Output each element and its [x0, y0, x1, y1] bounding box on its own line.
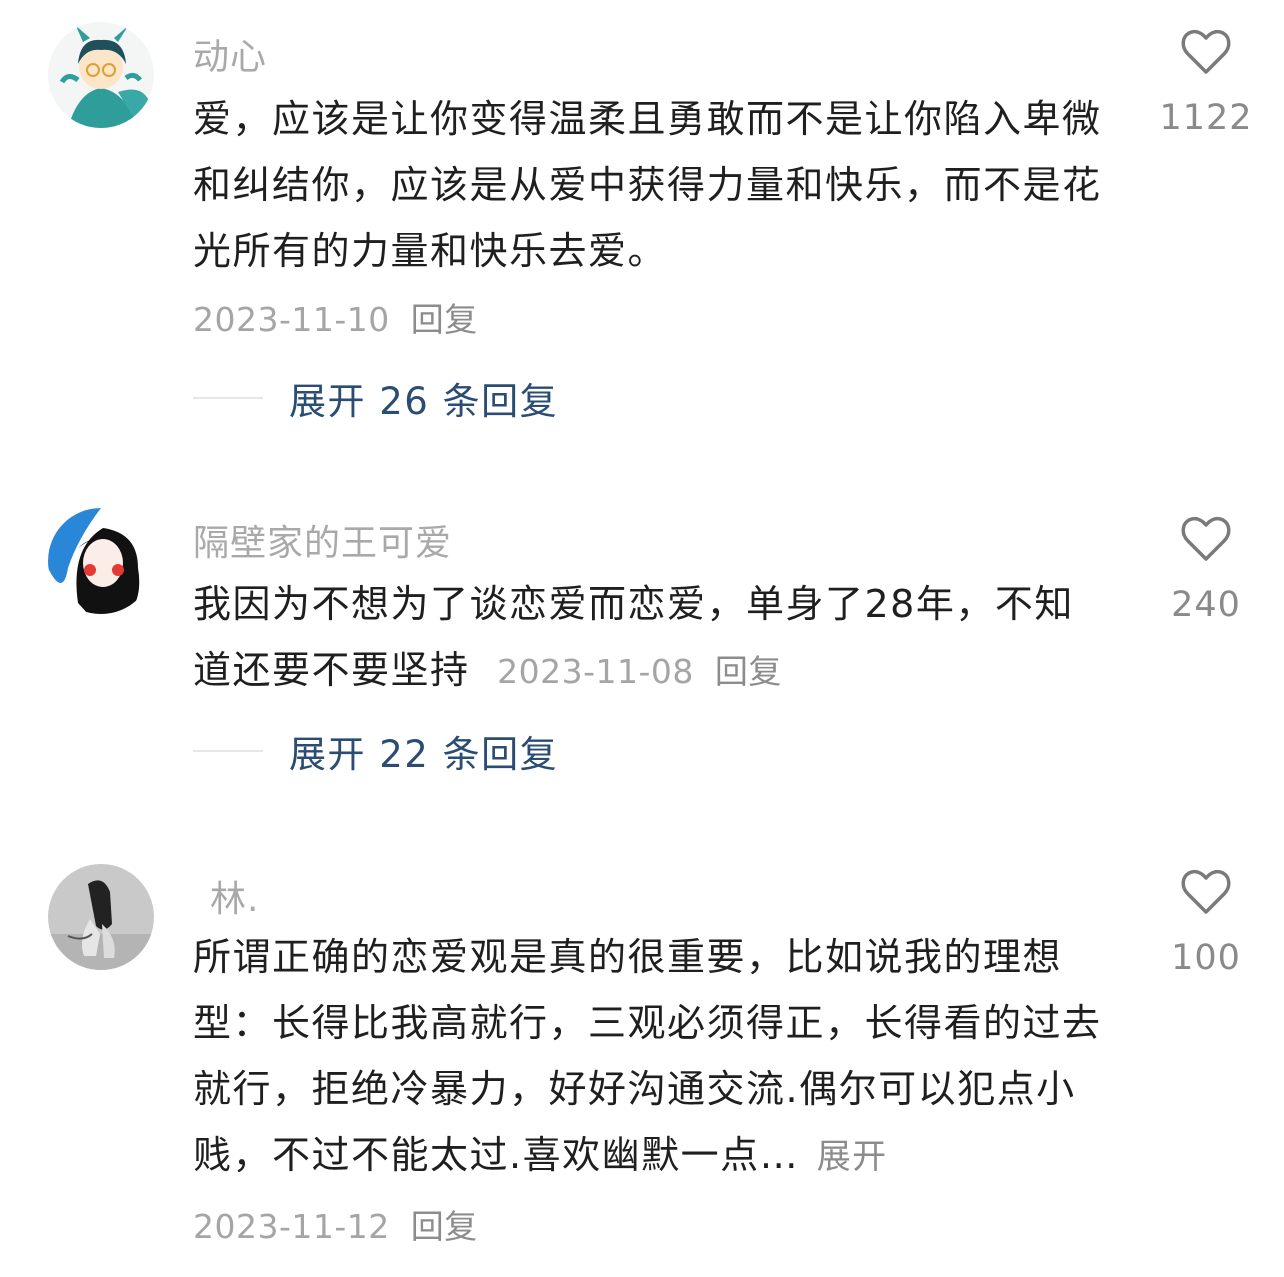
comment-date: 2023-11-08 [497, 652, 694, 691]
avatar[interactable] [48, 22, 154, 128]
drawn-girl-avatar-icon [48, 508, 154, 614]
show-more-button[interactable]: 展开 [817, 1137, 888, 1177]
expand-replies-label: 展开 26 条回复 [289, 380, 559, 423]
expand-replies-button[interactable]: 展开 22 条回复 [193, 726, 558, 776]
reply-button[interactable]: 回复 [715, 652, 782, 691]
comment-meta: 2023-11-10 回复 [193, 293, 478, 341]
heart-icon [1181, 869, 1231, 914]
like-count: 100 [1171, 938, 1241, 978]
like-count: 240 [1171, 585, 1241, 625]
reply-button[interactable]: 回复 [411, 300, 478, 339]
username[interactable]: 隔壁家的王可爱 [193, 514, 452, 566]
comment-text: 爱，应该是让你变得温柔且勇敢而不是让你陷入卑微和纠结你，应该是从爱中获得力量和快… [193, 97, 1102, 273]
comment-date: 2023-11-12 [193, 1207, 390, 1246]
avatar[interactable] [48, 864, 154, 970]
like-button[interactable]: 100 [1150, 868, 1262, 978]
username[interactable]: 动心 [193, 28, 267, 80]
heart-icon [1181, 516, 1231, 561]
comment-text: 所谓正确的恋爱观是真的很重要，比如说我的理想型：长得比我高就行，三观必须得正，长… [193, 924, 1113, 1190]
username[interactable]: 林. [210, 870, 259, 922]
avatar[interactable] [48, 508, 154, 614]
comment-date: 2023-11-10 [193, 300, 390, 339]
heart-icon [1181, 29, 1231, 74]
comment-text: 我因为不想为了谈恋爱而恋爱，单身了28年，不知道还要不要坚持 2023-11-0… [193, 571, 1113, 705]
comment-meta: 2023-11-12 回复 [193, 1200, 478, 1248]
divider [193, 397, 263, 399]
cartoon-dragon-avatar-icon [48, 22, 154, 128]
reply-button[interactable]: 回复 [411, 1207, 478, 1246]
expand-replies-button[interactable]: 展开 26 条回复 [193, 373, 558, 423]
photo-avatar-icon [48, 864, 154, 970]
like-button[interactable]: 240 [1150, 515, 1262, 625]
divider [193, 750, 263, 752]
expand-replies-label: 展开 22 条回复 [289, 733, 559, 776]
comment-meta: 2023-11-08 回复 [497, 652, 782, 691]
like-count: 1122 [1159, 98, 1253, 138]
comment-text-body: 所谓正确的恋爱观是真的很重要，比如说我的理想型：长得比我高就行，三观必须得正，长… [193, 935, 1102, 1177]
like-button[interactable]: 1122 [1150, 28, 1262, 138]
